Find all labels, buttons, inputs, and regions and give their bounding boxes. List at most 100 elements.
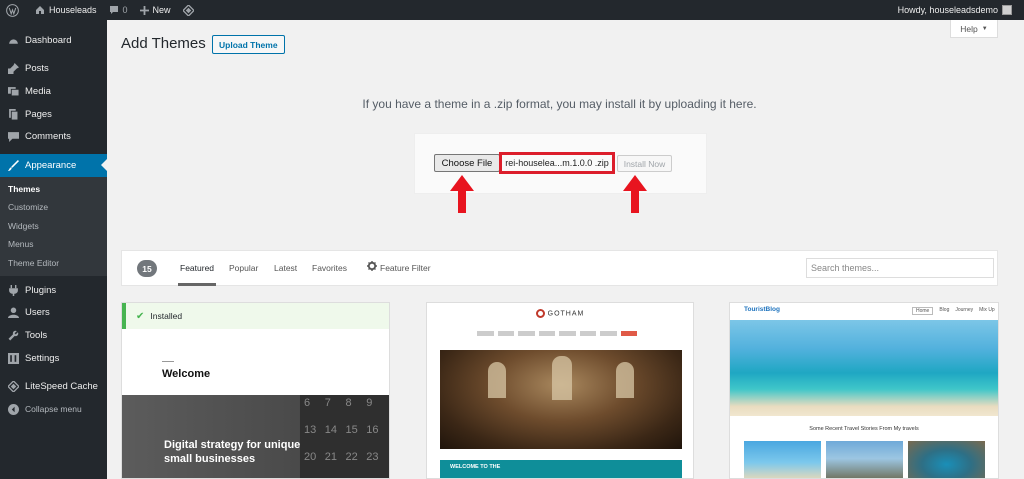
divider <box>162 361 174 362</box>
plug-icon <box>7 284 19 296</box>
submenu-customize[interactable]: Customize <box>0 198 107 217</box>
theme-card-touristblog[interactable]: TouristBlog Home Blog Journey Mix Up Som… <box>729 302 999 479</box>
user-icon <box>7 307 19 319</box>
collapse-menu-button[interactable]: Collapse menu <box>0 398 107 421</box>
logo-mark-icon <box>535 309 545 318</box>
theme-count-badge: 15 <box>137 260 157 277</box>
choose-file-button[interactable]: Choose File <box>434 154 500 172</box>
sidebar-item-comments[interactable]: Comments <box>0 125 107 148</box>
welcome-banner: WELCOME TO THE <box>440 460 682 478</box>
caret-down-icon: ▼ <box>981 25 988 32</box>
sidebar-item-label: Users <box>25 307 50 319</box>
collapse-icon <box>7 403 19 415</box>
selected-file-name: rei-houselea...m.1.0.0 .zip <box>499 152 615 174</box>
tab-popular[interactable]: Popular <box>229 263 258 273</box>
theme-preview-heading: Welcome <box>162 368 211 380</box>
touristblog-logo: TouristBlog <box>744 306 780 313</box>
sidebar-item-label: LiteSpeed Cache <box>25 381 98 393</box>
calendar-image: 6 7 8 9 13 14 15 16 20 21 22 23 <box>300 395 389 478</box>
thumbnail-image <box>744 441 821 478</box>
theme-preview-hero: 6 7 8 9 13 14 15 16 20 21 22 23 Digital … <box>122 395 389 478</box>
gear-icon[interactable] <box>367 261 377 271</box>
install-now-button[interactable]: Install Now <box>617 155 672 172</box>
sidebar-item-label: Appearance <box>25 159 77 171</box>
wrench-icon <box>7 330 19 342</box>
submenu-themes[interactable]: Themes <box>0 180 107 199</box>
submenu-theme-editor[interactable]: Theme Editor <box>0 254 107 273</box>
wordpress-icon <box>6 3 19 17</box>
dashboard-icon <box>7 34 19 46</box>
preview-caption: Some Recent Travel Stories From My trave… <box>809 426 919 432</box>
theme-filter-bar: 15 Featured Popular Latest Favorites Fea… <box>121 250 998 286</box>
help-button[interactable]: Help ▼ <box>950 20 998 38</box>
plus-icon <box>139 5 149 15</box>
howdy-text: Howdy, houseleadsdemo <box>897 5 998 15</box>
site-name-link[interactable]: Houseleads <box>29 0 103 20</box>
comment-bubble-icon <box>109 6 118 14</box>
cathedral-image <box>440 350 682 449</box>
tab-featured[interactable]: Featured <box>177 263 217 286</box>
litespeed-toolbar-link[interactable] <box>177 0 204 20</box>
installed-label: Installed <box>150 311 183 321</box>
litespeed-icon <box>7 381 19 393</box>
my-account[interactable]: Howdy, houseleadsdemo <box>898 5 1024 15</box>
feature-filter-button[interactable]: Feature Filter <box>380 263 431 273</box>
tab-latest[interactable]: Latest <box>274 263 297 273</box>
theme-card-installed[interactable]: ✔ Installed Welcome 6 7 8 9 13 14 15 16 … <box>121 302 390 479</box>
sidebar-item-plugins[interactable]: Plugins <box>0 279 107 302</box>
diamond-icon <box>182 4 194 16</box>
sidebar-item-label: Posts <box>25 63 49 75</box>
sidebar-item-label: Collapse menu <box>25 404 82 415</box>
sidebar-item-label: Tools <box>25 330 48 342</box>
sidebar-item-posts[interactable]: Posts <box>0 58 107 81</box>
sidebar-item-label: Settings <box>25 352 60 364</box>
wordpress-logo[interactable] <box>0 0 29 20</box>
admin-bar: Houseleads 0 New Howdy, houseleadsdemo <box>0 0 1024 20</box>
sidebar-item-label: Media <box>25 85 51 97</box>
search-themes-input[interactable] <box>806 258 994 278</box>
sidebar-item-appearance[interactable]: Appearance <box>0 153 107 177</box>
pages-icon <box>7 108 19 120</box>
sidebar-item-label: Comments <box>25 131 71 143</box>
comments-count: 0 <box>122 5 128 15</box>
brush-icon <box>7 159 19 171</box>
sidebar-item-settings[interactable]: Settings <box>0 347 107 370</box>
sidebar-item-litespeed-cache[interactable]: LiteSpeed Cache <box>0 375 107 398</box>
new-content-link[interactable]: New <box>134 0 177 20</box>
sidebar-item-label: Dashboard <box>25 34 72 46</box>
installed-notice: ✔ Installed <box>122 303 389 329</box>
page-title: Add Themes <box>121 35 206 52</box>
help-label: Help <box>960 23 978 34</box>
sidebar-item-label: Plugins <box>25 284 57 296</box>
submenu-widgets[interactable]: Widgets <box>0 217 107 236</box>
sidebar-item-users[interactable]: Users <box>0 302 107 325</box>
upload-theme-button[interactable]: Upload Theme <box>212 35 285 54</box>
preview-nav: Home Blog Journey Mix Up <box>912 307 995 315</box>
beach-image <box>730 320 998 416</box>
sidebar-item-pages[interactable]: Pages <box>0 103 107 126</box>
pin-icon <box>7 63 19 75</box>
comments-link[interactable]: 0 <box>103 0 134 20</box>
arrow-up-icon <box>450 175 474 213</box>
avatar <box>1002 5 1012 15</box>
theme-card-gotham[interactable]: GOTHAM WELCOME TO THE <box>426 302 694 479</box>
check-icon: ✔ <box>136 310 145 322</box>
new-label: New <box>152 5 171 15</box>
sidebar-item-tools[interactable]: Tools <box>0 324 107 347</box>
media-icon <box>7 85 19 97</box>
arrow-up-icon <box>623 175 647 213</box>
theme-preview-hero-text: Digital strategy for unique small busine… <box>164 439 301 465</box>
submenu-menus[interactable]: Menus <box>0 235 107 254</box>
sidebar-item-media[interactable]: Media <box>0 80 107 103</box>
settings-icon <box>7 352 19 364</box>
thumbnail-image <box>908 441 985 478</box>
thumbnail-image <box>826 441 903 478</box>
preview-nav <box>477 331 637 339</box>
tab-favorites[interactable]: Favorites <box>312 263 347 273</box>
sidebar-item-dashboard[interactable]: Dashboard <box>0 29 107 52</box>
gotham-logo: GOTHAM <box>427 309 693 318</box>
admin-sidebar: Dashboard Posts Media Pages Comments App… <box>0 20 107 479</box>
main-content: Add Themes Upload Theme Help ▼ If you ha… <box>107 20 1012 479</box>
appearance-submenu: Themes Customize Widgets Menus Theme Edi… <box>0 176 107 277</box>
site-name: Houseleads <box>49 5 97 15</box>
